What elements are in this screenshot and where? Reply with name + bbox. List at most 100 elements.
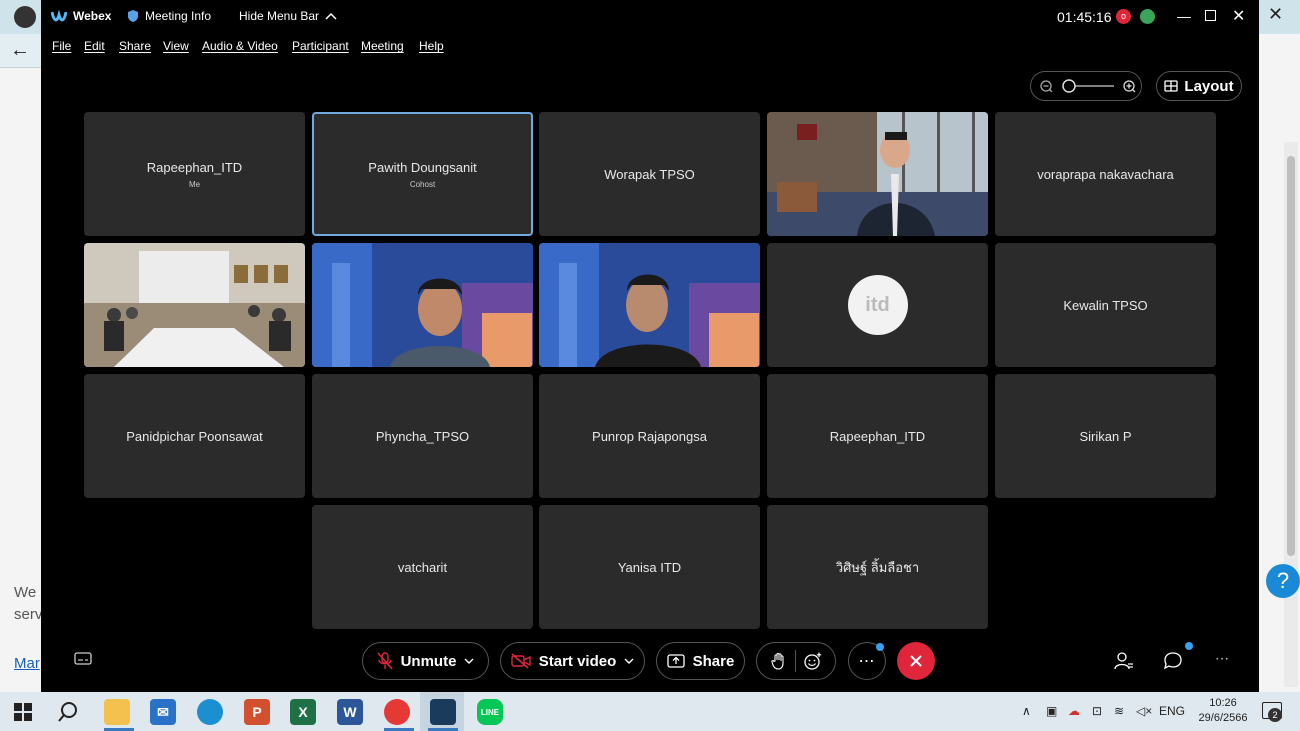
meeting-info-label: Meeting Info [145,9,212,23]
chrome-icon[interactable] [384,699,410,725]
participant-video-tile[interactable] [312,243,533,367]
notification-dot [876,643,884,651]
avatar-logo-text: itd [865,293,890,316]
menu-file[interactable]: File [52,39,71,53]
leave-meeting-button[interactable] [897,642,935,680]
participant-tile[interactable]: itd [767,243,988,367]
tray-meet-icon[interactable]: ⊡ [1092,704,1102,718]
menu-view[interactable]: View [163,39,189,53]
participant-tile[interactable]: voraprapa nakavachara [995,112,1216,236]
menu-participant[interactable]: Participant [292,39,349,53]
help-button[interactable]: ? [1266,564,1300,598]
participants-icon[interactable] [1114,652,1134,675]
raise-hand-icon[interactable] [770,652,787,670]
background-text: We [14,584,37,601]
language-indicator[interactable]: ENG [1159,704,1185,718]
wifi-icon[interactable]: ≋ [1114,704,1124,718]
participant-video-office [767,112,988,236]
emoji-reaction-icon[interactable] [803,652,822,670]
participant-tile[interactable]: vatcharit [312,505,533,629]
mail-icon[interactable]: ✉ [150,699,176,725]
chevron-down-icon[interactable] [624,658,634,665]
browser-close-icon[interactable]: ✕ [1268,4,1283,25]
participant-tile[interactable]: Kewalin TPSO [995,243,1216,367]
scrollbar-thumb[interactable] [1287,156,1295,556]
participant-video-branded-backdrop [539,243,760,367]
title-bar: Webex Meeting Info Hide Menu Bar 01:45:1… [41,0,1259,34]
word-icon[interactable]: W [337,699,363,725]
taskbar-clock[interactable]: 10:26 29/6/2566 [1198,696,1248,726]
tray-cloud-icon[interactable]: ☁ [1068,704,1080,718]
meeting-timer: 01:45:16 [1057,9,1112,25]
share-label: Share [692,652,735,670]
share-button[interactable]: Share [656,642,745,680]
start-video-button[interactable]: Start video [500,642,645,680]
unmute-button[interactable]: Unmute [362,642,489,680]
participant-video-tile[interactable] [84,243,305,367]
participant-name: Rapeephan_ITD [829,428,926,444]
line-app-icon[interactable]: LINE [477,699,503,725]
participant-role: Me [188,179,201,189]
more-panels-icon[interactable]: ⋯ [1215,650,1229,667]
participant-tile[interactable]: วิศิษฐ์ ลิ้มลือชา [767,505,988,629]
participant-video-tile[interactable] [539,243,760,367]
participant-tile[interactable]: Rapeephan_ITD [767,374,988,498]
tray-chevron-up-icon[interactable]: ∧ [1022,704,1031,718]
participant-name: Yanisa ITD [617,559,682,575]
menu-help[interactable]: Help [419,39,444,53]
menu-audio-video[interactable]: Audio & Video [202,39,278,53]
participant-tile[interactable]: Rapeephan_ITD Me [84,112,305,236]
background-text: serv [14,606,43,623]
reactions-group [756,642,836,680]
clock-date: 29/6/2566 [1198,712,1248,724]
network-health-icon[interactable] [1140,9,1155,24]
recording-badge: o [1116,9,1131,24]
participant-tile[interactable]: Panidpichar Poonsawat [84,374,305,498]
participant-role: Cohost [409,179,436,189]
excel-icon[interactable]: X [290,699,316,725]
layout-button[interactable]: Layout [1156,71,1242,101]
browser-scrollbar[interactable] [1284,142,1298,687]
tray-app-icon[interactable]: ▣ [1046,704,1057,718]
meeting-controls-bar: Unmute Start video Share ⋯ ⋯ [41,640,1259,682]
participant-name: voraprapa nakavachara [1037,166,1174,182]
menu-share[interactable]: Share [119,39,151,53]
windows-start-icon[interactable] [14,703,32,726]
chevron-up-icon [325,12,337,20]
menu-edit[interactable]: Edit [84,39,105,53]
menu-meeting[interactable]: Meeting [361,39,404,53]
browser-app-icon [14,6,36,28]
maximize-icon[interactable] [1205,10,1216,21]
participant-name: Rapeephan_ITD [146,159,243,175]
participant-name: Sirikan P [1079,428,1132,444]
volume-icon[interactable]: ◁× [1136,704,1152,718]
powerpoint-icon[interactable]: P [244,699,270,725]
edge-browser-icon[interactable] [197,699,223,725]
webex-taskbar-icon[interactable] [430,699,456,725]
meeting-info-button[interactable]: Meeting Info [127,9,211,23]
search-icon[interactable] [57,701,79,728]
chevron-down-icon[interactable] [464,658,474,665]
chat-icon[interactable] [1163,651,1183,676]
zoom-control[interactable] [1030,71,1142,101]
layout-label: Layout [1184,77,1234,95]
hide-menu-bar-button[interactable]: Hide Menu Bar [239,9,337,23]
participant-tile-active-speaker[interactable]: Pawith Doungsanit Cohost [312,112,533,236]
participant-video-tile[interactable] [767,112,988,236]
participant-tile[interactable]: Yanisa ITD [539,505,760,629]
background-link[interactable]: Mar [14,655,40,672]
participant-tile[interactable]: Worapak TPSO [539,112,760,236]
back-arrow-icon[interactable]: ← [10,38,34,62]
captions-icon[interactable] [74,652,92,671]
webex-meeting-window: Webex Meeting Info Hide Menu Bar 01:45:1… [41,0,1259,692]
file-explorer-icon[interactable] [104,699,130,725]
participant-name: vatcharit [397,559,448,575]
close-icon[interactable]: ✕ [1232,6,1245,26]
minimize-icon[interactable]: — [1177,8,1191,24]
grid-layout-icon [1164,80,1179,92]
participant-tile[interactable]: Punrop Rajapongsa [539,374,760,498]
unmute-label: Unmute [400,652,457,670]
windows-taskbar: ✉ P X W LINE ∧ ▣ ☁ ⊡ ≋ ◁× ENG 10:26 29/6… [0,692,1300,731]
participant-tile[interactable]: Sirikan P [995,374,1216,498]
participant-tile[interactable]: Phyncha_TPSO [312,374,533,498]
